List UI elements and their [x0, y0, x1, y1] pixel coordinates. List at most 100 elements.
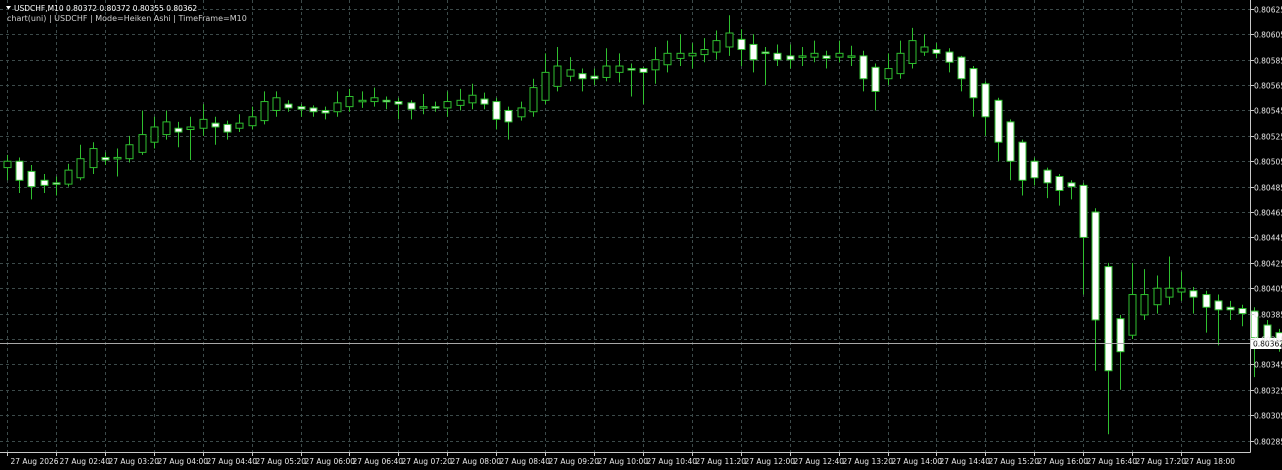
x-tick-label: 27 Aug 08:40 [500, 457, 551, 466]
candle-body-bear [932, 49, 941, 54]
candle-body-bull [199, 118, 208, 129]
y-tick-label: 0.80625 [1254, 6, 1282, 15]
candle-body-bear [1067, 182, 1076, 188]
candle-body-bear [761, 51, 770, 55]
candle-body-bear [871, 66, 880, 92]
candle-body-bear [174, 127, 183, 133]
candle-body-bull [138, 134, 147, 153]
candle-body-bear [1091, 211, 1100, 321]
x-tick-label: 27 Aug 17:20 [1136, 457, 1187, 466]
candle-body-bear [1104, 266, 1113, 372]
candle-body-bull [810, 52, 819, 58]
candle-body-bull [553, 65, 562, 87]
candle-body-bear [223, 123, 232, 133]
candle-body-bull [529, 87, 538, 113]
candle-body-bull [615, 65, 624, 73]
candle-body-bear [394, 101, 403, 105]
candle-body-bear [981, 83, 990, 118]
candle-body-bear [994, 99, 1003, 143]
candle-body-bull [725, 32, 734, 48]
candle-body-bear [578, 73, 587, 80]
candle-body-bear [431, 106, 440, 109]
y-tick-label: 0.80505 [1254, 158, 1282, 167]
candle-body-bull [248, 116, 257, 127]
candle-body-bear [101, 156, 110, 161]
candle-body-bear [1202, 294, 1211, 308]
candle-body-bull [76, 158, 85, 179]
candle-body-bear [480, 98, 489, 105]
candle-body-bear [27, 170, 36, 188]
candle-body-bull [847, 55, 856, 58]
x-tick-label: 27 Aug 12:00 [745, 457, 796, 466]
y-tick-label: 0.80405 [1254, 285, 1282, 294]
candle-body-bull [186, 126, 195, 131]
candle-body-bull [651, 59, 660, 71]
candle-body-bear [284, 103, 293, 109]
y-tick-label: 0.80345 [1254, 361, 1282, 370]
candle-body-bear [1018, 141, 1027, 181]
x-tick-label: 27 Aug 13:20 [843, 457, 894, 466]
candle-body-bull [920, 46, 929, 53]
candle-body-bull [896, 52, 905, 75]
x-tick-label: 27 Aug 18:00 [1185, 457, 1236, 466]
candle-body-bull [798, 55, 807, 58]
y-tick-label: 0.80525 [1254, 133, 1282, 142]
candle-body-bull [150, 126, 159, 143]
candle-body-bear [1055, 175, 1064, 191]
candle-body-bull [688, 52, 697, 57]
candle-body-bear [211, 122, 220, 128]
candle-body-bull [162, 121, 171, 136]
candle-body-bear [321, 109, 330, 114]
x-tick-label: 27 Aug 2026 [11, 457, 59, 466]
y-tick-label: 0.80305 [1254, 412, 1282, 421]
candle-body-bull [89, 148, 98, 169]
candle-body-bull [64, 169, 73, 185]
x-tick-label: 27 Aug 15:20 [989, 457, 1040, 466]
candle-body-bull [1140, 294, 1149, 316]
candle-body-bear [15, 160, 24, 181]
candle-body-bear [1030, 160, 1039, 179]
candle-body-bear [1006, 121, 1015, 162]
y-tick-label: 0.80565 [1254, 82, 1282, 91]
candle-body-bull [260, 101, 269, 122]
candle-body-bear [1238, 308, 1247, 315]
candle-body-bear [969, 68, 978, 99]
candle-body-bear [822, 55, 831, 59]
candle-body-bear [382, 99, 391, 103]
y-tick-label: 0.80545 [1254, 107, 1282, 116]
candle-body-bull [835, 52, 844, 58]
candle-body-bull [456, 99, 465, 106]
candle-body-bull [566, 69, 575, 77]
candle-body-bull [3, 160, 12, 169]
x-tick-label: 27 Aug 08:00 [451, 457, 502, 466]
candle-body-bear [1079, 184, 1088, 238]
symbol-line: USDCHF,M10 0.80372 0.80372 0.80355 0.803… [14, 4, 197, 13]
candle-body-bear [1189, 290, 1198, 298]
candle-body-bear [639, 68, 648, 73]
candle-body-bull [235, 122, 244, 129]
candle-body-bull [370, 97, 379, 103]
y-tick-label: 0.80425 [1254, 260, 1282, 269]
candle-body-bear [297, 106, 306, 110]
x-tick-label: 27 Aug 07:20 [402, 457, 453, 466]
candle-body-bull [345, 95, 354, 108]
y-tick-label: 0.80385 [1254, 311, 1282, 320]
price-chart[interactable]: 0.80362 0.80625 0.80605 0.80585 0.80565 0.80… [0, 0, 1282, 470]
candle-body-bear [773, 52, 782, 61]
candle-body-bear [945, 51, 954, 63]
candle-body-bull [1177, 287, 1186, 293]
candle-body-bull [419, 106, 428, 109]
candle-body-bull [358, 99, 367, 103]
indicator-line: chart(uni) | USDCHF | Mode=Heiken Ashi |… [7, 14, 247, 23]
candle-body-bear [859, 55, 868, 80]
candle-body-bull [712, 40, 721, 53]
y-tick-label: 0.80485 [1254, 184, 1282, 193]
candle-body-bull [333, 102, 342, 113]
x-tick-label: 27 Aug 16:40 [1087, 457, 1138, 466]
x-tick-label: 27 Aug 04:40 [207, 457, 258, 466]
candle-body-bear [504, 109, 513, 123]
chart-canvas[interactable]: 0.80362 0.806250.806050.805850.805650.80… [0, 0, 1282, 470]
candle-body-bear [407, 102, 416, 110]
candle-body-bear [1226, 306, 1235, 311]
candle-body-bull [1165, 287, 1174, 298]
